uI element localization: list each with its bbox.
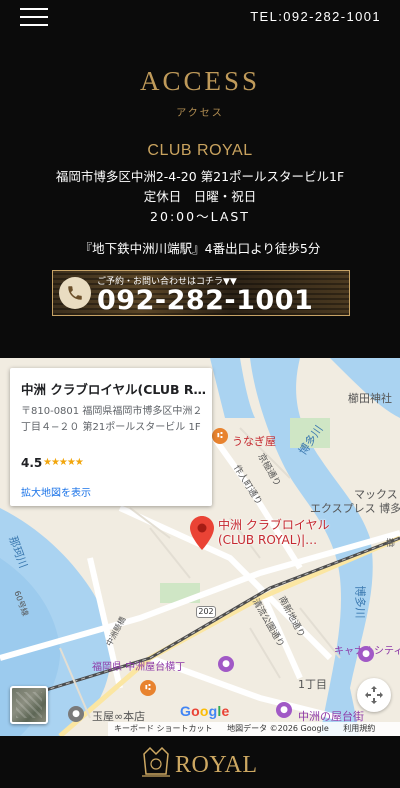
map-label-yatai: 福岡県 中洲屋台横丁	[92, 662, 186, 673]
map-label-kushi2: 櫛	[386, 539, 396, 549]
pin-label-line1: 中洲 クラブロイヤル	[218, 518, 330, 532]
place-info-card: 中洲 クラブロイヤル(CLUB RO... 〒810-0801 福岡県福岡市博多…	[10, 368, 212, 506]
phone-icon	[59, 277, 91, 309]
pin-label-line2: (CLUB ROYAL)|…	[218, 533, 318, 547]
google-logo: Google	[180, 703, 230, 719]
header: TEL:092-282-1001	[0, 0, 400, 36]
route-202-shield: 202	[196, 606, 216, 618]
map-label-kushida: 櫛田神社	[348, 392, 392, 405]
enlarge-map-link[interactable]: 拡大地図を表示	[21, 484, 91, 499]
club-name: CLUB ROYAL	[147, 142, 253, 159]
location-pin-icon[interactable]	[190, 516, 214, 550]
directions-text: 『地下鉄中洲川端駅』4番出口より徒歩5分	[79, 241, 321, 256]
expand-arrows-icon	[365, 686, 383, 704]
map-attribution-bar: キーボード ショートカット 地図データ ©2026 Google 利用規約	[108, 722, 400, 736]
phone-number: 092-282-1001	[97, 285, 314, 316]
shopping-poi-icon[interactable]: ●	[276, 702, 292, 718]
hours-text: 20:00～LAST	[150, 209, 250, 224]
terms-link[interactable]: 利用規約	[343, 724, 375, 733]
store-poi-icon[interactable]: ●	[68, 706, 84, 722]
header-tel-link[interactable]: TEL:092-282-1001	[250, 9, 381, 24]
place-address: 〒810-0801 福岡県福岡市博多区中洲２丁目４−２０ 第21ポールスタービル…	[21, 406, 203, 433]
access-subtitle: アクセス	[176, 108, 224, 119]
hamburger-menu-icon[interactable]	[20, 8, 48, 26]
phone-call-banner[interactable]: ご予約・お問い合わせはコチラ▼▼ 092-282-1001	[52, 270, 350, 316]
place-rating: 4.5	[21, 456, 43, 470]
google-map[interactable]: 櫛田神社 うなぎ屋 博多川 京極通り 作人町通り エクスプレス 博多 マックス …	[0, 358, 400, 736]
address-text: 福岡市博多区中洲2-4-20 第21ポールスタービル1F	[55, 169, 345, 184]
restaurant-poi-icon[interactable]: ⑆	[212, 428, 228, 444]
access-title: ACCESS	[139, 66, 261, 96]
satellite-toggle-button[interactable]	[10, 686, 48, 724]
rating-stars-icon: ★★★★★	[43, 457, 84, 468]
map-label-unagi: うなぎ屋	[232, 435, 276, 448]
map-data-text: 地図データ ©2026 Google	[227, 724, 329, 733]
shopping-poi-icon[interactable]: ●	[358, 646, 374, 662]
footer-logo-text: ROYAL	[175, 752, 258, 778]
map-label-max: マックス	[354, 488, 398, 501]
pin-label: 中洲 クラブロイヤル (CLUB ROYAL)|…	[218, 518, 329, 548]
keyboard-shortcuts-link[interactable]: キーボード ショートカット	[114, 724, 213, 733]
holiday-text: 定休日 日曜・祝日	[143, 189, 257, 204]
hamburger-line	[20, 8, 48, 10]
place-title: 中洲 クラブロイヤル(CLUB RO...	[21, 382, 207, 397]
restaurant-poi-icon[interactable]: ⑆	[140, 680, 156, 696]
hamburger-line	[20, 24, 48, 26]
fullscreen-button[interactable]	[357, 678, 391, 712]
shopping-poi-icon[interactable]: ●	[218, 656, 234, 672]
map-label-excel: エクスプレス 博多	[310, 502, 400, 515]
map-label-hakatagawa-right: 博多川	[353, 585, 367, 619]
map-label-itchome: 1丁目	[298, 678, 327, 691]
hamburger-line	[20, 16, 48, 18]
